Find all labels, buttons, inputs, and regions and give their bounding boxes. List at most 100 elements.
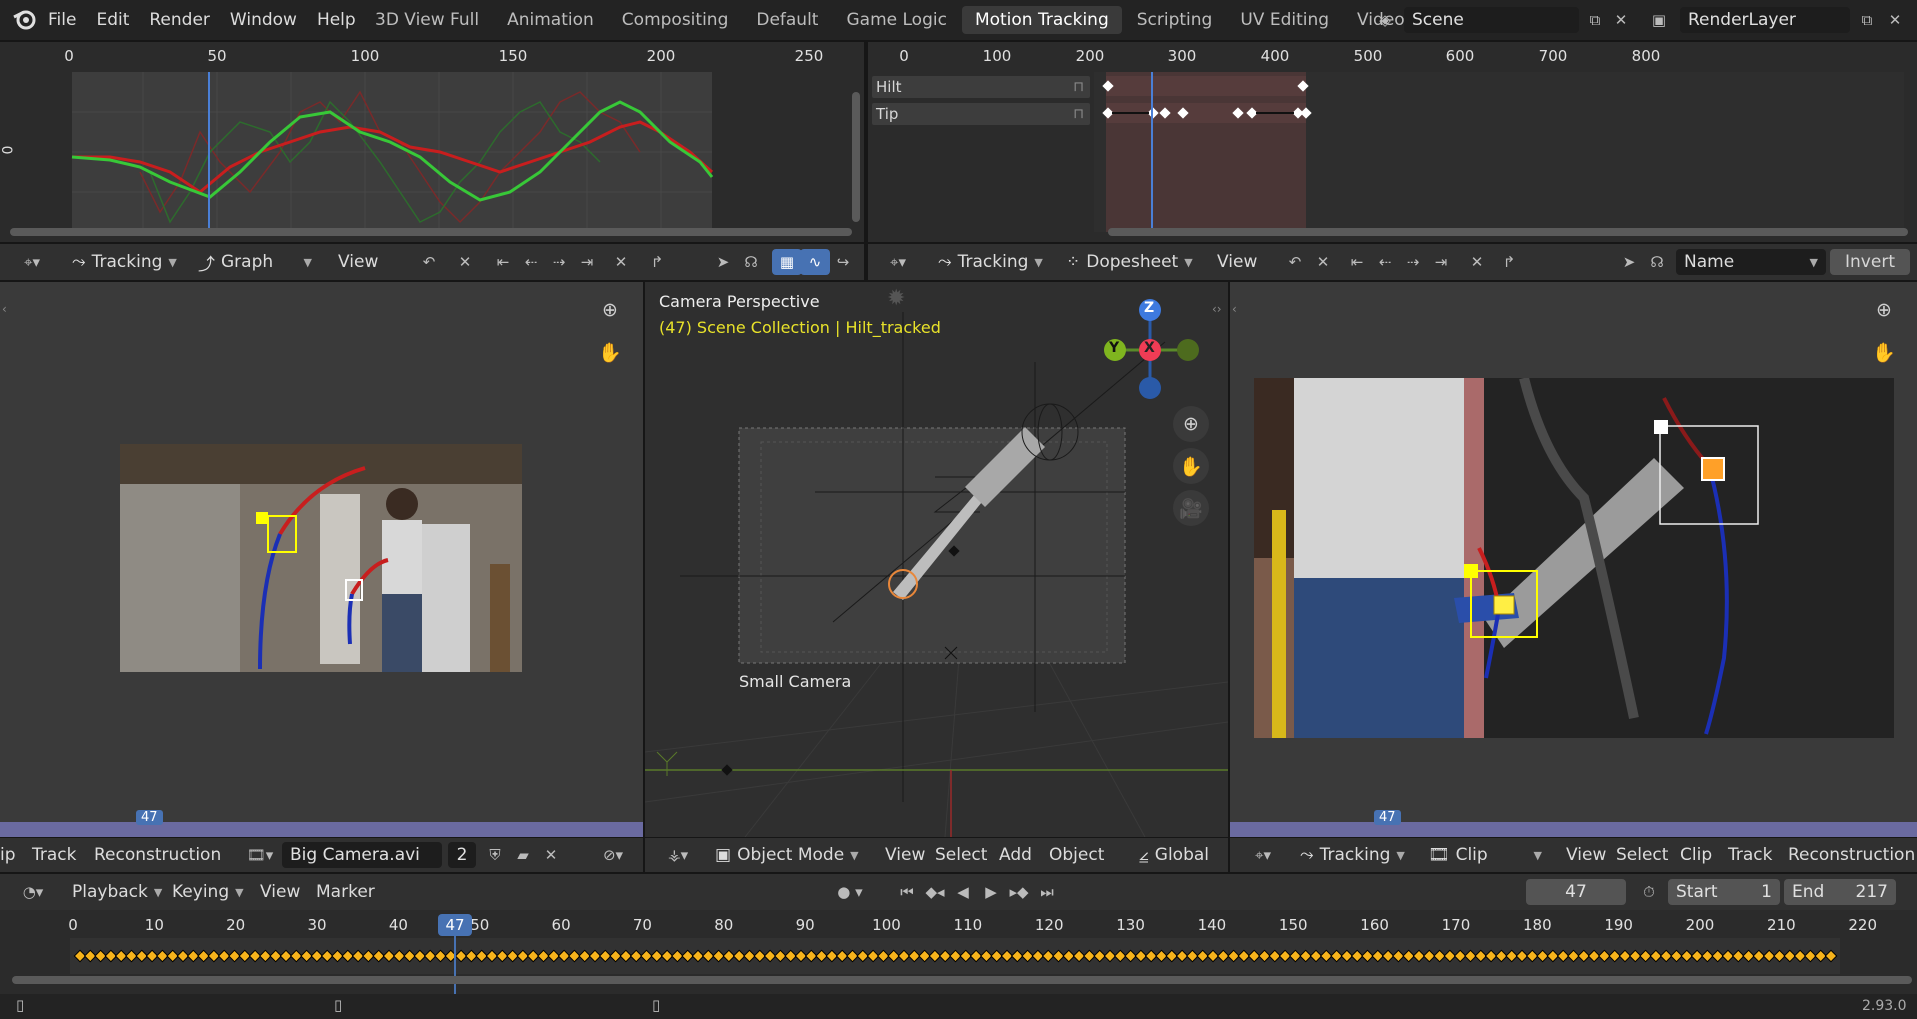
overlay-icon[interactable]: ⊘▾ [592,842,634,868]
timeline-hscroll[interactable] [12,976,1912,984]
frame-next-icon[interactable]: ⇢ [1398,249,1428,275]
clip-menu-track[interactable]: Track [1718,840,1782,870]
open-folder-icon[interactable]: ▰ [508,842,538,868]
clip-menu-select[interactable]: Select [1606,840,1678,870]
menu-help[interactable]: Help [307,5,366,35]
menu-edit[interactable]: Edit [86,5,139,35]
editor-type-icon[interactable]: ⚶▾ [657,842,699,868]
clip-mode-dropdown[interactable]: ⤳ Tracking ▼ [1292,842,1413,868]
stopwatch-icon[interactable]: ⏱ [1634,879,1664,905]
editor-type-icon[interactable]: ⌖▾ [1242,842,1284,868]
dopesheet-hscroll[interactable] [1108,228,1908,236]
dopesheet-editor[interactable]: 0 100 200 300 400 500 600 700 800 Hilt ⊓… [868,42,1917,242]
sort-dropdown[interactable]: Name ▼ [1676,249,1826,275]
unlink-icon[interactable]: ✕ [536,842,566,868]
collapse-arrow-icon[interactable]: ‹ [2,302,7,316]
dopesheet-view-type-dropdown[interactable]: ⁘ Dopesheet ▼ [1058,249,1201,275]
scene-selector-icon[interactable]: ◈ [1370,7,1400,33]
ghost-icon[interactable]: ☊ [1642,249,1672,275]
tab-compositing[interactable]: Compositing [609,6,742,34]
pan-icon[interactable]: ✋ [1866,334,1902,370]
frame-jump-end-icon[interactable]: ⇥ [1426,249,1456,275]
play-icon[interactable]: ▶ [976,879,1006,905]
timeline-view-menu[interactable]: View [250,877,310,907]
object-mode-dropdown[interactable]: ▣ Object Mode ▼ [707,842,867,868]
menu-window[interactable]: Window [220,5,307,35]
viewport-menu-select[interactable]: Select [925,840,997,870]
frame-prev-icon[interactable]: ⇠ [516,249,546,275]
orientation-dropdown[interactable]: ⦤ Global [1131,842,1217,868]
graph-hscroll[interactable] [10,228,852,236]
viewport-menu-add[interactable]: Add [989,840,1042,870]
render-layer-icon[interactable]: ▣ [1644,7,1674,33]
jump-next-keyframe-icon[interactable]: ▸◆ [1004,879,1034,905]
graph-curves[interactable] [0,72,864,232]
link-icon[interactable]: ↶ [414,249,444,275]
frame-jump-start-icon[interactable]: ⇤ [488,249,518,275]
invert-button[interactable]: Invert [1830,249,1910,275]
select-icon[interactable]: ➤ [1614,249,1644,275]
right-clip-editor[interactable]: ‹ ⊕ ✋ 47 [1230,282,1917,837]
show-motion-icon[interactable]: ▦ [772,249,802,275]
tab-game-logic[interactable]: Game Logic [833,6,959,34]
editor-type-icon[interactable]: ⌖▾ [878,249,918,275]
jump-start-icon[interactable]: ⏮ [892,879,922,905]
menu-track[interactable]: Track [22,840,86,870]
graph-vscroll[interactable] [852,92,860,222]
tab-scripting[interactable]: Scripting [1124,6,1226,34]
jump-end-icon[interactable]: ⏭ [1032,879,1062,905]
lock-icon[interactable]: ⊓ [1073,79,1084,95]
timeline-playhead-badge[interactable]: 47 [438,914,472,936]
show-curves-icon[interactable]: ∿ [800,249,830,275]
viewport-3d[interactable]: Camera Perspective (47) Scene Collection… [645,282,1228,837]
keying-menu[interactable]: Keying ▼ [164,879,252,905]
dopesheet-mode-dropdown[interactable]: ⤳ Tracking ▼ [930,249,1051,275]
clip-menu-clip[interactable]: Clip [1670,840,1722,870]
collapse-arrow-icon[interactable]: ‹› [1212,302,1222,316]
clip-menu-reconstruction[interactable]: Reconstruction [1778,840,1917,870]
jump-prev-keyframe-icon[interactable]: ◆◂ [920,879,950,905]
playback-menu[interactable]: Playback ▼ [64,879,170,905]
delete-icon[interactable]: ✕ [1462,249,1492,275]
graph-mode-dropdown[interactable]: ⤳ Tracking ▼ [64,249,185,275]
delete-curve-icon[interactable]: ✕ [606,249,636,275]
lock-icon[interactable]: ⊓ [1073,106,1084,122]
menu-file[interactable]: File [38,5,86,35]
record-icon[interactable]: ● ▾ [828,879,872,905]
frame-jump-end-icon[interactable]: ⇥ [572,249,602,275]
frame-jump-start-icon[interactable]: ⇤ [1342,249,1372,275]
graph-view-menu[interactable]: View [328,247,388,277]
scene-field[interactable]: Scene [1404,7,1579,33]
channel-hilt[interactable]: Hilt ⊓ [872,76,1090,98]
timeline-marker-menu[interactable]: Marker [306,877,385,907]
tab-motion-tracking[interactable]: Motion Tracking [961,6,1122,34]
delete-render-layer-icon[interactable]: ✕ [1880,7,1910,33]
tab-animation[interactable]: Animation [494,6,607,34]
graph-editor[interactable]: 0 50 100 150 200 250 0 [0,42,864,242]
timeline-editor-icon[interactable]: ◔▾ [12,879,54,905]
zoom-icon[interactable]: ⊕ [1866,292,1902,328]
tab-default[interactable]: Default [743,6,831,34]
pan-icon[interactable]: ✋ [1173,448,1209,484]
tab-uv-editing[interactable]: UV Editing [1227,6,1342,34]
curve-icon[interactable]: ↱ [642,249,672,275]
frame-next-icon[interactable]: ⇢ [544,249,574,275]
editor-type-icon[interactable]: ⌖▾ [12,249,52,275]
tab-3d-view-full[interactable]: 3D View Full [362,6,492,34]
clear-icon[interactable]: ✕ [450,249,480,275]
render-layer-field[interactable]: RenderLayer [1680,7,1850,33]
pan-icon[interactable]: ✋ [592,334,628,370]
frame-prev-icon[interactable]: ⇠ [1370,249,1400,275]
link-icon[interactable]: ↶ [1280,249,1310,275]
clip-name-field[interactable]: Big Camera.avi [282,842,442,868]
dopesheet-view-menu[interactable]: View [1207,247,1267,277]
end-frame-field[interactable]: End 217 [1784,879,1896,905]
left-clip-editor[interactable]: ‹ ⊕ ✋ 47 [0,282,643,837]
timeline-area[interactable]: 0 10 20 30 40 50 60 70 80 90 100 110 120 130 140 150 160… [0,910,1917,994]
dopesheet-keyframes[interactable] [1094,72,1917,232]
play-reverse-icon[interactable]: ◀ [948,879,978,905]
clip-browse-icon[interactable]: 🎞▾ [240,842,280,868]
channel-tip[interactable]: Tip ⊓ [872,103,1090,125]
select-icon[interactable]: ➤ [708,249,738,275]
ghost-icon[interactable]: ☊ [736,249,766,275]
